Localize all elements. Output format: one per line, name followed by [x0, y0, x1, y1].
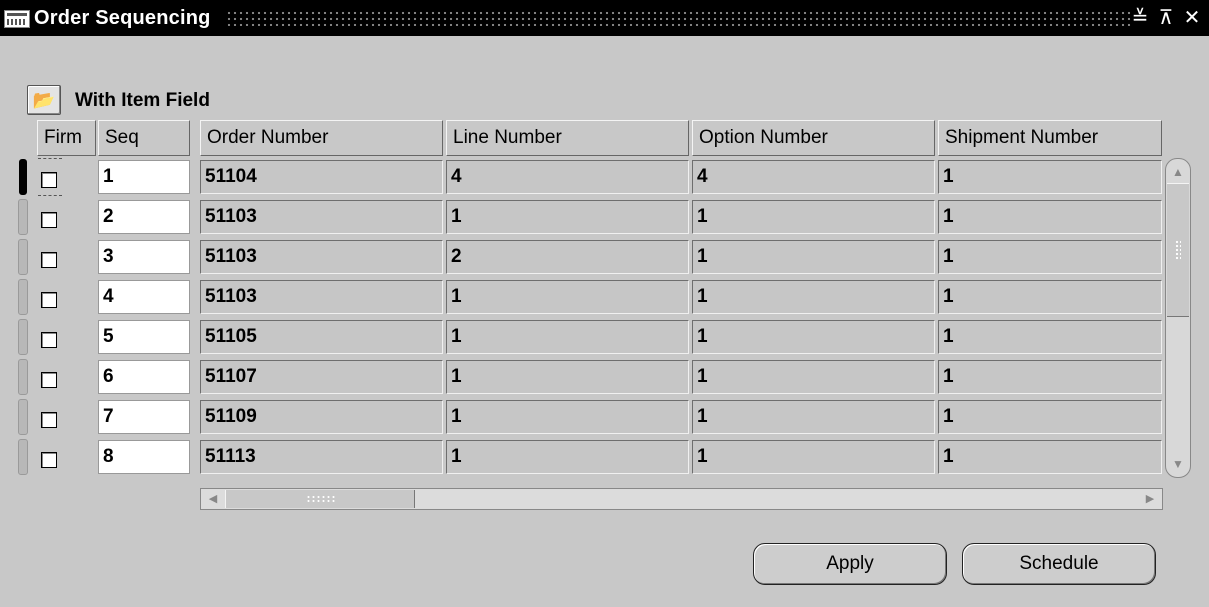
scroll-left-icon[interactable]: ◀: [203, 489, 223, 509]
apply-button[interactable]: Apply: [753, 543, 947, 585]
seq-field[interactable]: 5: [98, 320, 190, 354]
line-number-cell[interactable]: 1: [446, 320, 689, 354]
vertical-scrollbar[interactable]: ▲ ▼: [1165, 158, 1191, 478]
record-indicator[interactable]: [18, 239, 28, 275]
firm-checkbox[interactable]: [41, 292, 57, 308]
record-indicator[interactable]: [18, 439, 28, 475]
order-number-cell[interactable]: 51103: [200, 200, 443, 234]
vertical-scroll-thumb[interactable]: [1167, 183, 1189, 317]
shipment-number-cell[interactable]: 1: [938, 320, 1162, 354]
record-indicator[interactable]: [18, 279, 28, 315]
apply-button-label: Apply: [826, 553, 874, 574]
option-number-cell[interactable]: 1: [692, 320, 935, 354]
column-header-order-number: Order Number: [200, 120, 443, 156]
firm-checkbox[interactable]: [41, 332, 57, 348]
folder-open-icon: 📂: [32, 90, 56, 110]
firm-checkbox[interactable]: [41, 452, 57, 468]
line-number-cell[interactable]: 2: [446, 240, 689, 274]
close-icon[interactable]: ✕: [1182, 6, 1202, 30]
line-number-cell[interactable]: 1: [446, 200, 689, 234]
table-row: 8 51113 1 1 1: [0, 438, 1209, 478]
seq-field[interactable]: 2: [98, 200, 190, 234]
shipment-number-cell[interactable]: 1: [938, 160, 1162, 194]
option-number-cell[interactable]: 1: [692, 440, 935, 474]
firm-checkbox[interactable]: [41, 372, 57, 388]
horizontal-scrollbar[interactable]: ◀ ▶: [200, 488, 1163, 510]
column-header-firm: Firm: [37, 120, 96, 156]
option-number-cell[interactable]: 1: [692, 240, 935, 274]
schedule-button[interactable]: Schedule: [962, 543, 1156, 585]
scroll-up-icon[interactable]: ▲: [1168, 161, 1188, 183]
table-row: 1 51104 4 4 1: [0, 158, 1209, 198]
seq-field[interactable]: 7: [98, 400, 190, 434]
firm-checkbox[interactable]: [41, 172, 57, 188]
order-number-cell[interactable]: 51103: [200, 280, 443, 314]
scroll-right-icon[interactable]: ▶: [1140, 489, 1160, 509]
column-header-option-number: Option Number: [692, 120, 935, 156]
shipment-number-cell[interactable]: 1: [938, 360, 1162, 394]
firm-checkbox[interactable]: [41, 412, 57, 428]
block-title: With Item Field: [75, 90, 210, 111]
option-number-cell[interactable]: 4: [692, 160, 935, 194]
column-header-seq: Seq: [98, 120, 190, 156]
record-indicator[interactable]: [18, 319, 28, 355]
schedule-button-label: Schedule: [1019, 553, 1099, 574]
order-number-cell[interactable]: 51104: [200, 160, 443, 194]
seq-field[interactable]: 1: [98, 160, 190, 194]
seq-field[interactable]: 3: [98, 240, 190, 274]
window-content: 📂 With Item Field Firm Seq Order Number …: [0, 36, 1209, 607]
order-number-cell[interactable]: 51103: [200, 240, 443, 274]
minimize-icon[interactable]: ≚: [1130, 6, 1150, 30]
scroll-down-icon[interactable]: ▼: [1168, 453, 1188, 475]
option-number-cell[interactable]: 1: [692, 360, 935, 394]
shipment-number-cell[interactable]: 1: [938, 240, 1162, 274]
record-indicator[interactable]: [18, 199, 28, 235]
line-number-cell[interactable]: 1: [446, 280, 689, 314]
order-number-cell[interactable]: 51107: [200, 360, 443, 394]
order-number-cell[interactable]: 51109: [200, 400, 443, 434]
record-indicator[interactable]: [19, 159, 27, 195]
record-indicator[interactable]: [18, 399, 28, 435]
horizontal-scroll-thumb[interactable]: [225, 490, 415, 508]
title-bar-grip: [226, 10, 1131, 26]
app-icon: [4, 10, 30, 28]
table-row: 4 51103 1 1 1: [0, 278, 1209, 318]
seq-field[interactable]: 8: [98, 440, 190, 474]
shipment-number-cell[interactable]: 1: [938, 200, 1162, 234]
table-row: 6 51107 1 1 1: [0, 358, 1209, 398]
line-number-cell[interactable]: 1: [446, 440, 689, 474]
seq-field[interactable]: 6: [98, 360, 190, 394]
column-header-line-number: Line Number: [446, 120, 689, 156]
shipment-number-cell[interactable]: 1: [938, 400, 1162, 434]
shipment-number-cell[interactable]: 1: [938, 280, 1162, 314]
title-bar: Order Sequencing ≚ ⊼ ✕: [0, 0, 1209, 36]
table-row: 3 51103 2 1 1: [0, 238, 1209, 278]
option-number-cell[interactable]: 1: [692, 200, 935, 234]
table-row: 2 51103 1 1 1: [0, 198, 1209, 238]
column-header-shipment-number: Shipment Number: [938, 120, 1162, 156]
table-row: 5 51105 1 1 1: [0, 318, 1209, 358]
window-title: Order Sequencing: [34, 7, 211, 29]
option-number-cell[interactable]: 1: [692, 280, 935, 314]
line-number-cell[interactable]: 4: [446, 160, 689, 194]
shipment-number-cell[interactable]: 1: [938, 440, 1162, 474]
record-indicator[interactable]: [18, 359, 28, 395]
line-number-cell[interactable]: 1: [446, 400, 689, 434]
firm-checkbox[interactable]: [41, 212, 57, 228]
option-number-cell[interactable]: 1: [692, 400, 935, 434]
line-number-cell[interactable]: 1: [446, 360, 689, 394]
maximize-icon[interactable]: ⊼: [1156, 6, 1176, 30]
folder-open-button[interactable]: 📂: [27, 85, 61, 115]
order-number-cell[interactable]: 51105: [200, 320, 443, 354]
firm-checkbox[interactable]: [41, 252, 57, 268]
order-number-cell[interactable]: 51113: [200, 440, 443, 474]
seq-field[interactable]: 4: [98, 280, 190, 314]
table-row: 7 51109 1 1 1: [0, 398, 1209, 438]
